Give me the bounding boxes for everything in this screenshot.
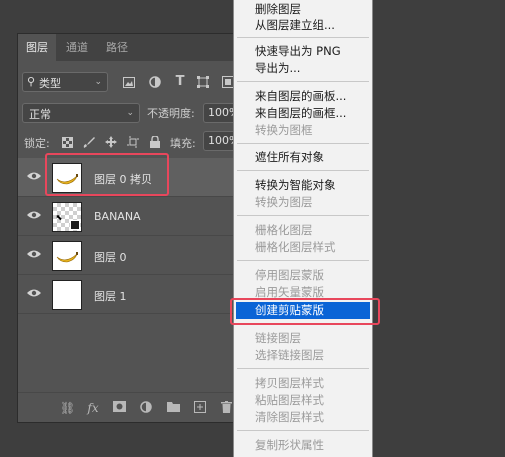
menu-item-copy-layer-style: 拷贝图层样式	[255, 376, 324, 390]
layers-panel: 图层 通道 路径 ⚲ 类型 ⌄ T 正常 ⌄ 不透明度: 100% 锁定: 填充…	[17, 33, 263, 423]
new-layer-icon[interactable]	[193, 401, 207, 415]
menu-item-quick-export-png[interactable]: 快速导出为 PNG	[255, 43, 341, 60]
panel-bottom-bar: ⛓ fx	[18, 392, 256, 422]
menu-separator	[237, 170, 369, 171]
menu-separator	[237, 37, 369, 38]
filter-kind-label: 类型	[39, 77, 61, 90]
fill-label: 填充:	[170, 137, 196, 150]
layer-thumbnail	[52, 280, 82, 310]
search-icon: ⚲	[27, 75, 36, 88]
lock-label: 锁定:	[24, 137, 50, 150]
layer-row[interactable]: 图层 1	[18, 275, 256, 314]
layer-thumbnail: ⬉	[52, 202, 82, 232]
menu-item-convert-to-smart-object[interactable]: 转换为智能对象	[255, 177, 336, 194]
trash-icon[interactable]	[219, 401, 233, 415]
chevron-down-icon: ⌄	[126, 108, 134, 118]
lock-transparent-icon[interactable]	[60, 135, 74, 149]
annotation-highlight-menu-item	[230, 298, 380, 325]
menu-separator	[237, 143, 369, 144]
menu-item-artboard-from-layers[interactable]: 来自图层的画板...	[255, 88, 346, 105]
layer-context-menu: 删除图层 从图层建立组... 快速导出为 PNG 导出为... 来自图层的画板.…	[233, 0, 373, 457]
eye-icon[interactable]	[27, 288, 41, 300]
layer-row[interactable]: 图层 0	[18, 236, 256, 275]
menu-item-frame-from-layers[interactable]: 来自图层的画框...	[255, 105, 346, 122]
filter-kind-select[interactable]: ⚲ 类型 ⌄	[22, 72, 108, 92]
opacity-label: 不透明度:	[147, 107, 195, 120]
menu-separator	[237, 368, 369, 369]
link-icon[interactable]: ⛓	[60, 401, 75, 415]
layer-name[interactable]: 图层 1	[94, 288, 127, 304]
mask-icon[interactable]	[112, 401, 126, 415]
menu-item-convert-to-frame: 转换为图框	[255, 123, 313, 137]
lock-position-icon[interactable]	[104, 135, 118, 149]
layer-name[interactable]: BANANA	[94, 210, 141, 223]
layer-row[interactable]: ⬉ BANANA	[18, 197, 256, 236]
menu-item-disable-layer-mask: 停用图层蒙版	[255, 268, 324, 282]
text-layer-icon: ⬉	[56, 213, 63, 222]
eye-icon[interactable]	[27, 171, 41, 183]
menu-item-rasterize-layer-style: 栅格化图层样式	[255, 240, 336, 254]
blend-mode-select[interactable]: 正常 ⌄	[22, 103, 140, 123]
menu-item-link-layers: 链接图层	[255, 331, 301, 345]
image-filter-icon[interactable]	[122, 75, 136, 89]
menu-separator	[237, 260, 369, 261]
menu-item-group-from-layers[interactable]: 从图层建立组...	[255, 17, 335, 34]
smart-object-badge-icon	[70, 220, 80, 230]
eye-icon[interactable]	[27, 210, 41, 222]
menu-separator	[237, 81, 369, 82]
menu-item-delete-layer[interactable]: 删除图层	[255, 1, 301, 18]
menu-item-export-as[interactable]: 导出为...	[255, 60, 300, 77]
menu-item-select-linked-layers: 选择链接图层	[255, 348, 324, 362]
layer-name[interactable]: 图层 0	[94, 249, 127, 265]
shape-filter-icon[interactable]	[196, 75, 210, 89]
folder-icon[interactable]	[166, 401, 180, 415]
banana-icon	[56, 252, 78, 263]
menu-item-clear-layer-style: 清除图层样式	[255, 410, 324, 424]
menu-separator	[237, 430, 369, 431]
panel-tab-bar: 图层 通道 路径	[18, 34, 256, 61]
adjustment-filter-icon[interactable]	[148, 75, 162, 89]
layer-thumbnail	[52, 241, 82, 271]
tab-channels[interactable]: 通道	[58, 34, 96, 61]
type-filter-icon[interactable]: T	[173, 74, 187, 89]
menu-item-rasterize-layer: 栅格化图层	[255, 223, 313, 237]
menu-item-mask-all-objects[interactable]: 遮住所有对象	[255, 149, 324, 166]
lock-artboard-icon[interactable]	[126, 135, 140, 149]
tab-layers[interactable]: 图层	[18, 34, 56, 61]
annotation-highlight-layer	[45, 153, 169, 196]
lock-pixels-icon[interactable]	[82, 135, 96, 149]
menu-separator	[237, 215, 369, 216]
menu-item-convert-to-layers: 转换为图层	[255, 195, 313, 209]
tab-paths[interactable]: 路径	[98, 34, 136, 61]
chevron-down-icon: ⌄	[94, 77, 102, 87]
adjustment-icon[interactable]	[139, 401, 153, 415]
fx-icon[interactable]: fx	[86, 401, 100, 415]
menu-item-copy-shape-attributes: 复制形状属性	[255, 438, 324, 452]
blend-mode-value: 正常	[29, 108, 51, 121]
lock-all-icon[interactable]	[148, 135, 162, 149]
menu-item-paste-layer-style: 粘贴图层样式	[255, 393, 324, 407]
eye-icon[interactable]	[27, 249, 41, 261]
